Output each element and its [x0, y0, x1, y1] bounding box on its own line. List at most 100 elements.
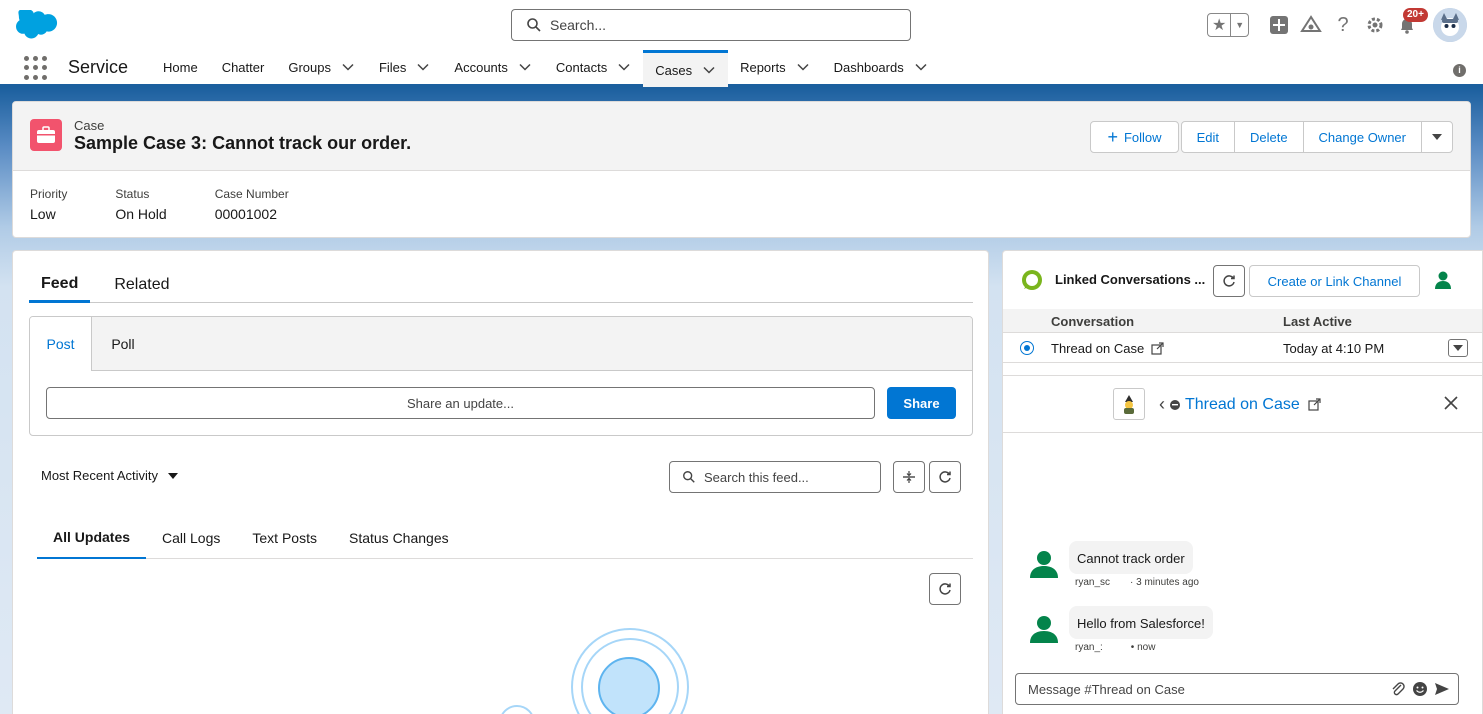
tab-all-updates[interactable]: All Updates: [37, 517, 147, 559]
tab-feed[interactable]: Feed: [29, 267, 91, 303]
app-name: Service: [68, 57, 129, 77]
app-launcher-icon[interactable]: [24, 56, 48, 80]
gear-icon[interactable]: [1359, 9, 1391, 41]
nav-item-files[interactable]: Files: [367, 50, 442, 84]
nav-item-chatter[interactable]: Chatter: [210, 50, 277, 84]
chevron-down-icon[interactable]: [617, 60, 631, 74]
caret-down-icon: [168, 472, 179, 479]
create-link-channel-button[interactable]: Create or Link Channel: [1249, 265, 1420, 297]
field-value: 00001002: [214, 206, 277, 222]
chevron-down-icon[interactable]: [796, 60, 810, 74]
channel-avatar: [1113, 388, 1145, 420]
user-avatar[interactable]: [1433, 8, 1467, 42]
row-actions-dropdown[interactable]: [1448, 339, 1468, 357]
message-meta: ryan_sc · 3 minutes ago: [1075, 577, 1199, 588]
column-conversation: Conversation: [1051, 314, 1135, 329]
tab-related[interactable]: Related: [102, 267, 181, 303]
publisher-tab-poll[interactable]: Poll: [92, 317, 154, 370]
favorites-menu-icon[interactable]: ▼: [1231, 14, 1248, 36]
external-link-icon[interactable]: [1151, 342, 1164, 355]
external-link-icon: [1308, 398, 1321, 411]
nav-item-label: Reports: [740, 59, 786, 75]
slack-panel-header: Linked Conversations ... Create or Link …: [1003, 251, 1482, 309]
feed-search-input[interactable]: Search this feed...: [669, 461, 881, 493]
tab-status-changes[interactable]: Status Changes: [333, 517, 465, 559]
field-label: Status: [115, 187, 150, 201]
change-owner-button[interactable]: Change Owner: [1302, 121, 1422, 153]
nav-item-label: Groups: [288, 59, 331, 75]
delete-button[interactable]: Delete: [1233, 121, 1304, 153]
action-button-group: Edit Delete Change Owner: [1180, 121, 1453, 153]
refresh-feed-button[interactable]: [929, 461, 961, 493]
message-meta: ryan_: • now: [1075, 642, 1155, 653]
nav-item-contacts[interactable]: Contacts: [544, 50, 643, 84]
conversation-name: Thread on Case: [1051, 341, 1145, 356]
close-icon[interactable]: [1444, 396, 1458, 410]
nav-item-dashboards[interactable]: Dashboards: [822, 50, 940, 84]
table-row[interactable]: Thread on Case Today at 4:10 PM: [1003, 333, 1482, 363]
emoji-icon[interactable]: [1412, 681, 1428, 697]
more-actions-button[interactable]: [1421, 121, 1453, 153]
nav-item-home[interactable]: Home: [151, 50, 210, 84]
help-icon[interactable]: ?: [1327, 9, 1359, 41]
field-case-number: Case Number 00001002: [215, 187, 289, 222]
row-radio[interactable]: [1020, 341, 1034, 355]
message-bubble: Cannot track order: [1069, 541, 1193, 574]
chevron-down-icon[interactable]: [702, 63, 716, 77]
feed-search-placeholder: Search this feed...: [704, 469, 809, 485]
message-composer-input[interactable]: Message #Thread on Case: [1015, 673, 1459, 705]
global-actions-icon[interactable]: [1263, 9, 1295, 41]
nav-item-label: Contacts: [555, 59, 608, 75]
nav-item-accounts[interactable]: Accounts: [442, 50, 543, 84]
global-header: Search... ★ ▼ ? 20+: [0, 0, 1483, 50]
paperclip-icon[interactable]: [1390, 681, 1406, 697]
salesforce-logo[interactable]: [16, 10, 58, 40]
column-last-active: Last Active: [1283, 314, 1352, 329]
notification-badge: 20+: [1403, 8, 1428, 22]
chevron-down-icon[interactable]: [914, 60, 928, 74]
user-icon[interactable]: [1433, 270, 1453, 290]
nav-item-cases[interactable]: Cases: [643, 50, 729, 87]
chevron-left-icon[interactable]: ‹: [1159, 394, 1165, 415]
search-placeholder: Search...: [550, 17, 607, 33]
edit-button[interactable]: Edit: [1180, 121, 1235, 153]
feed-publisher: Post Poll Share an update... Share: [29, 316, 973, 436]
feed-filter-tabs: All Updates Call Logs Text Posts Status Cha…: [37, 517, 973, 559]
field-label: Case Number: [214, 187, 289, 201]
search-icon: [527, 18, 541, 32]
nav-item-groups[interactable]: Groups: [276, 50, 367, 84]
chevron-down-icon: [1432, 134, 1442, 140]
trailhead-icon[interactable]: [1295, 9, 1327, 41]
thread-header: ‹ Thread on Case: [1003, 375, 1482, 433]
follow-label: Follow: [1123, 129, 1162, 145]
send-icon[interactable]: [1434, 681, 1450, 697]
feed-sort-menu[interactable]: Most Recent Activity: [41, 468, 179, 483]
chevron-down-icon[interactable]: [341, 60, 355, 74]
message-author: ryan_:: [1075, 642, 1103, 653]
refresh-conversations-button[interactable]: [1213, 265, 1245, 297]
collapse-feed-button[interactable]: [893, 461, 925, 493]
nav-item-label: Dashboards: [833, 59, 904, 75]
nav-item-reports[interactable]: Reports: [728, 50, 822, 84]
info-icon[interactable]: i: [1453, 64, 1466, 77]
tab-call-logs[interactable]: Call Logs: [146, 517, 236, 559]
tab-text-posts[interactable]: Text Posts: [236, 517, 333, 559]
share-update-input[interactable]: Share an update...: [46, 387, 875, 419]
message-time: · 3 minutes ago: [1130, 577, 1199, 588]
follow-button[interactable]: + Follow: [1090, 121, 1179, 153]
bell-icon[interactable]: 20+: [1391, 8, 1428, 41]
global-search-input[interactable]: Search...: [511, 9, 911, 41]
star-icon[interactable]: ★: [1208, 14, 1232, 36]
nav-item-label: Cases: [655, 62, 693, 78]
chevron-down-icon[interactable]: [416, 60, 430, 74]
favorites-group[interactable]: ★ ▼: [1207, 13, 1249, 37]
composer-placeholder: Message #Thread on Case: [1028, 681, 1185, 697]
record-entity-label: Case: [74, 118, 105, 133]
chat-bubble-icon: [1022, 270, 1042, 290]
publisher-tab-post[interactable]: Post: [30, 317, 92, 371]
feed-card: Feed Related Post Poll Share an update..…: [12, 250, 989, 714]
share-button[interactable]: Share: [887, 387, 956, 419]
refresh-updates-button[interactable]: [929, 573, 961, 605]
thread-title-link[interactable]: ‹ Thread on Case: [1159, 394, 1321, 415]
chevron-down-icon[interactable]: [518, 60, 532, 74]
